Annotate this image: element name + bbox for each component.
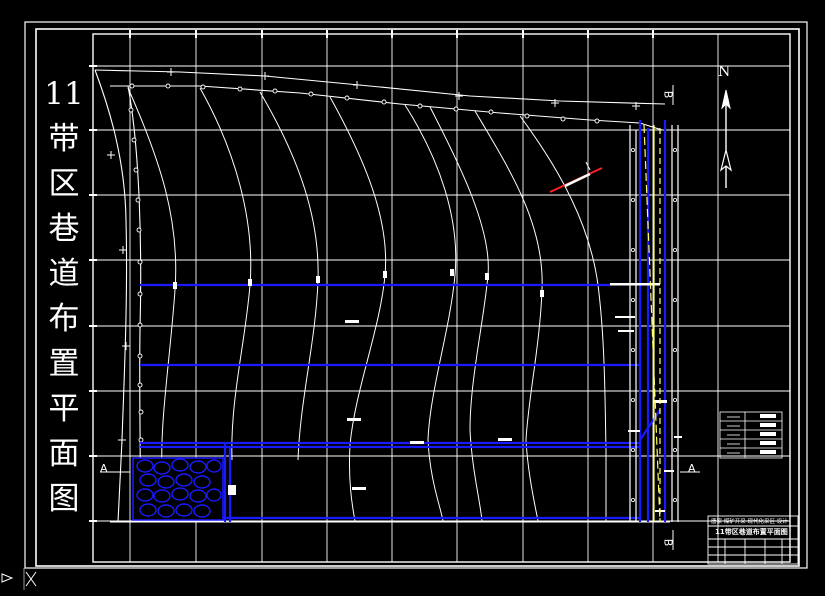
main-roadways-right bbox=[629, 124, 679, 523]
title-char: 面 bbox=[48, 436, 80, 472]
crosshair-icon[interactable] bbox=[0, 566, 40, 592]
section-mark-b-bottom: B bbox=[661, 538, 675, 547]
title-char: 11 bbox=[44, 76, 84, 112]
title-char: 布 bbox=[48, 301, 80, 337]
cad-viewport[interactable]: 11 带 区 巷 道 布 置 平 面 图 N A A B B 唐家 煤矿开采 现… bbox=[0, 0, 825, 592]
goaf-area bbox=[132, 457, 224, 521]
section-mark-a-left: A bbox=[100, 462, 108, 475]
title-char: 巷 bbox=[48, 211, 80, 247]
title-char: 图 bbox=[48, 481, 80, 517]
north-arrow-icon bbox=[719, 89, 733, 188]
survey-points bbox=[128, 83, 600, 443]
fault-mark bbox=[549, 161, 603, 193]
title-char: 平 bbox=[48, 391, 80, 427]
title-block-line1: 唐家 煤矿开采 现代化采区 设计 bbox=[711, 519, 788, 525]
north-label: N bbox=[718, 64, 731, 80]
title-char: 道 bbox=[48, 256, 80, 292]
title-char: 置 bbox=[48, 346, 80, 382]
section-mark-b-top: B bbox=[661, 90, 675, 99]
cross-markers bbox=[107, 68, 640, 444]
title-char: 带 bbox=[48, 121, 80, 157]
title-char: 区 bbox=[48, 166, 80, 202]
drawing-canvas bbox=[24, 21, 808, 569]
drawing-title: 11 带 区 巷 道 布 置 平 面 图 bbox=[40, 72, 88, 522]
title-block-line2: 11带区巷道布置平面图 bbox=[715, 528, 788, 536]
section-mark-a-right: A bbox=[688, 462, 696, 475]
